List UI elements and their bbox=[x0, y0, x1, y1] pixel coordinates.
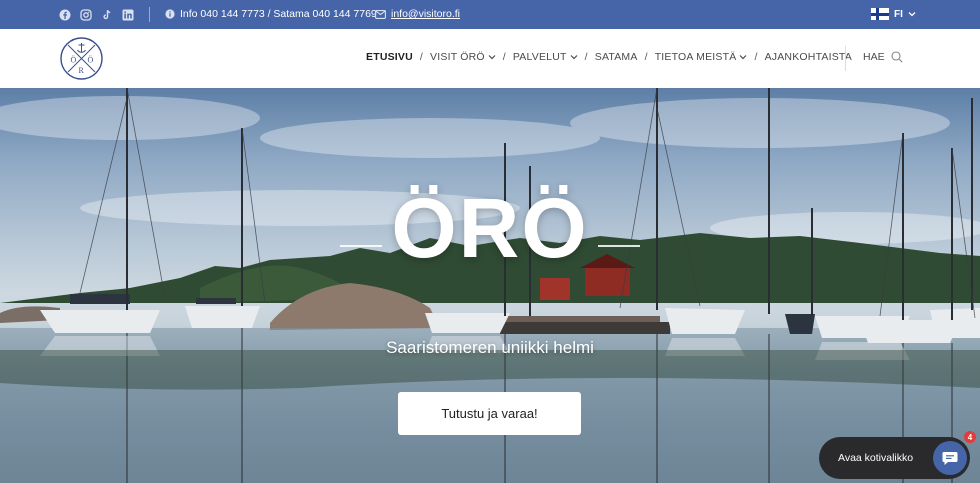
logo-letter-bottom: R bbox=[79, 66, 85, 75]
chevron-down-icon bbox=[908, 12, 916, 17]
language-label: FI bbox=[894, 8, 903, 20]
chat-label: Avaa kotivalikko bbox=[838, 452, 914, 464]
instagram-icon[interactable] bbox=[80, 8, 92, 21]
nav-separator: / bbox=[502, 51, 506, 63]
info-icon bbox=[165, 9, 175, 19]
hero-section: ÖRÖ Saaristomeren uniikki helmi Tutustu … bbox=[0, 88, 980, 483]
contact-phones: Info 040 144 7773 / Satama 040 144 7769 bbox=[165, 8, 377, 20]
nav-item-label: AJANKOHTAISTA bbox=[764, 51, 852, 63]
nav-item-ajankohtaista[interactable]: AJANKOHTAISTA bbox=[765, 51, 852, 63]
explore-and-book-button[interactable]: Tutustu ja varaa! bbox=[398, 392, 581, 435]
email-link[interactable]: info@visitoro.fi bbox=[391, 8, 460, 20]
chevron-down-icon bbox=[570, 55, 578, 60]
chevron-down-icon bbox=[488, 55, 496, 60]
notification-badge: 4 bbox=[964, 431, 976, 443]
nav-item-label: VISIT ÖRÖ bbox=[430, 51, 485, 63]
topbar-divider bbox=[149, 7, 150, 22]
nav-item-palvelut[interactable]: PALVELUT bbox=[513, 51, 578, 63]
logo-letter-left: Ö bbox=[71, 56, 77, 65]
contact-email: info@visitoro.fi bbox=[375, 8, 460, 20]
hero-title: ÖRÖ bbox=[391, 181, 589, 275]
linkedin-icon[interactable] bbox=[122, 8, 134, 21]
nav-item-label: TIETOA MEISTÄ bbox=[654, 51, 737, 63]
chat-bubble-icon bbox=[942, 451, 958, 465]
chevron-down-icon bbox=[740, 55, 747, 60]
main-menu: ETUSIVU / VISIT ÖRÖ / PALVELUT / SATAMA … bbox=[366, 51, 852, 63]
nav-item-tietoa-meista[interactable]: TIETOA MEISTÄ bbox=[655, 51, 748, 63]
nav-item-label: SATAMA bbox=[594, 51, 638, 63]
site-logo[interactable]: Ö Ö R bbox=[60, 37, 103, 80]
chat-widget[interactable]: Avaa kotivalikko 4 bbox=[819, 431, 976, 479]
search-icon bbox=[891, 51, 903, 63]
facebook-icon[interactable] bbox=[59, 8, 71, 21]
nav-item-label: PALVELUT bbox=[512, 51, 567, 63]
nav-divider bbox=[845, 46, 846, 71]
language-selector[interactable]: FI bbox=[871, 8, 916, 20]
mail-icon bbox=[375, 9, 386, 19]
search-label: HAE bbox=[863, 51, 885, 63]
social-links bbox=[59, 8, 134, 21]
tiktok-icon[interactable] bbox=[101, 8, 113, 20]
nav-item-etusivu[interactable]: ETUSIVU bbox=[366, 51, 413, 63]
finnish-flag-icon bbox=[871, 8, 889, 20]
chat-button[interactable] bbox=[933, 441, 967, 475]
main-header: Ö Ö R ETUSIVU / VISIT ÖRÖ / PALVELUT / S… bbox=[0, 29, 980, 88]
logo-letter-right: Ö bbox=[88, 56, 94, 65]
nav-separator: / bbox=[644, 51, 648, 63]
phone-numbers: Info 040 144 7773 / Satama 040 144 7769 bbox=[180, 8, 377, 20]
nav-item-visit-oro[interactable]: VISIT ÖRÖ bbox=[430, 51, 496, 63]
nav-item-satama[interactable]: SATAMA bbox=[595, 51, 638, 63]
top-bar: Info 040 144 7773 / Satama 040 144 7769 … bbox=[0, 0, 980, 29]
nav-separator: / bbox=[754, 51, 758, 63]
nav-item-label: ETUSIVU bbox=[366, 51, 413, 63]
search-button[interactable]: HAE bbox=[863, 51, 903, 63]
nav-separator: / bbox=[419, 51, 424, 63]
nav-separator: / bbox=[584, 51, 588, 63]
hero-subtitle: Saaristomeren uniikki helmi bbox=[386, 338, 594, 357]
